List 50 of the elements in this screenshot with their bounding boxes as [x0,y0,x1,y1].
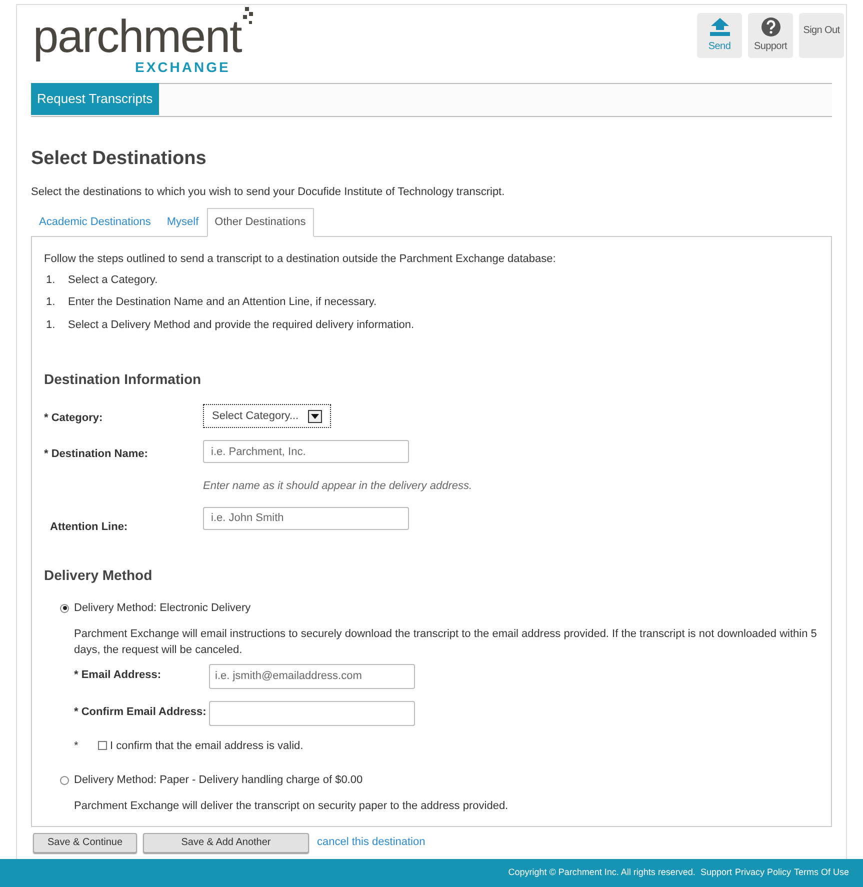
checkbox-label: I confirm that the email address is valid. [110,738,304,754]
option-description: Parchment Exchange will deliver the transcript on security paper to the address provided. [74,798,510,814]
header-button[interactable]: Sign Out [799,13,844,58]
intro-text: Select the destinations to which you wish to send your Docufide Institute of Technology transcript. [31,184,506,200]
instructions-text: Follow the steps outlined to send a transcript to a destination outside the Parchment Exchange database: [44,252,557,267]
form-button[interactable]: Save & Add Another [143,832,309,852]
hint-text: Enter name as it should appear in the delivery address. [203,479,472,494]
step-text: Enter the Destination Name and an Attention Line, if necessary. [68,295,377,310]
header-button[interactable]: Support [748,13,793,58]
step-text: Select a Category. [68,272,158,288]
logo-subtitle: EXCHANGE [135,59,230,77]
tab[interactable]: Other Destinations [206,208,314,237]
required-mark: * [74,738,80,754]
option-description: Parchment Exchange will email instructions to securely download the transcript to the email address provided. If the transcript is not downloaded within 5 days, the request will be canceled. [74,626,818,658]
text-field[interactable]: i.e. jsmith@emailaddress.com [209,664,415,688]
field-label: * Email Address: [74,668,162,682]
page-title: Select Destinations [31,147,208,171]
field-label: * Category: [44,411,104,426]
step-number: 1. [46,318,56,332]
cancel-link[interactable]: cancel this destination [317,834,426,851]
footer-link[interactable]: Privacy Policy [734,866,791,880]
section-heading: Destination Information [44,370,202,389]
field-label: * Confirm Email Address: [74,704,208,720]
upload-icon [708,17,730,37]
step-text: Select a Delivery Method and provide the required delivery information. [68,318,414,332]
step-number: 1. [46,272,56,288]
field-label: Attention Line: [49,520,129,534]
text-field[interactable]: i.e. Parchment, Inc. [203,440,409,463]
footer-link[interactable]: Support [700,866,732,880]
category-dropdown[interactable]: Select Category... [203,404,331,428]
text-field[interactable]: i.e. John Smith [203,506,409,530]
help-icon [760,17,780,37]
text-field[interactable] [209,700,415,726]
radio-button[interactable] [60,776,69,785]
checkbox[interactable] [98,741,107,750]
radio-button[interactable] [60,604,69,613]
field-label: * Destination Name: [44,447,149,462]
step-number: 1. [46,295,56,310]
header-button[interactable]: Send [697,13,742,58]
logo-wordmark: parchment [33,13,242,59]
caret-icon [308,410,322,422]
section-heading: Delivery Method [44,566,154,585]
option-label: Delivery Method: Paper - Delivery handling charge of $0.00 [74,773,363,788]
tab[interactable]: Myself [158,208,207,237]
nav-tab[interactable]: Request Transcripts [31,83,159,115]
tab[interactable]: Academic Destinations [31,208,159,237]
footer-link[interactable]: Terms Of Use [794,866,849,880]
form-button[interactable]: Save & Continue [33,832,137,852]
copyright-text: Copyright © Parchment Inc. All rights reserved. [508,866,696,880]
option-label: Delivery Method: Electronic Delivery [74,601,251,616]
